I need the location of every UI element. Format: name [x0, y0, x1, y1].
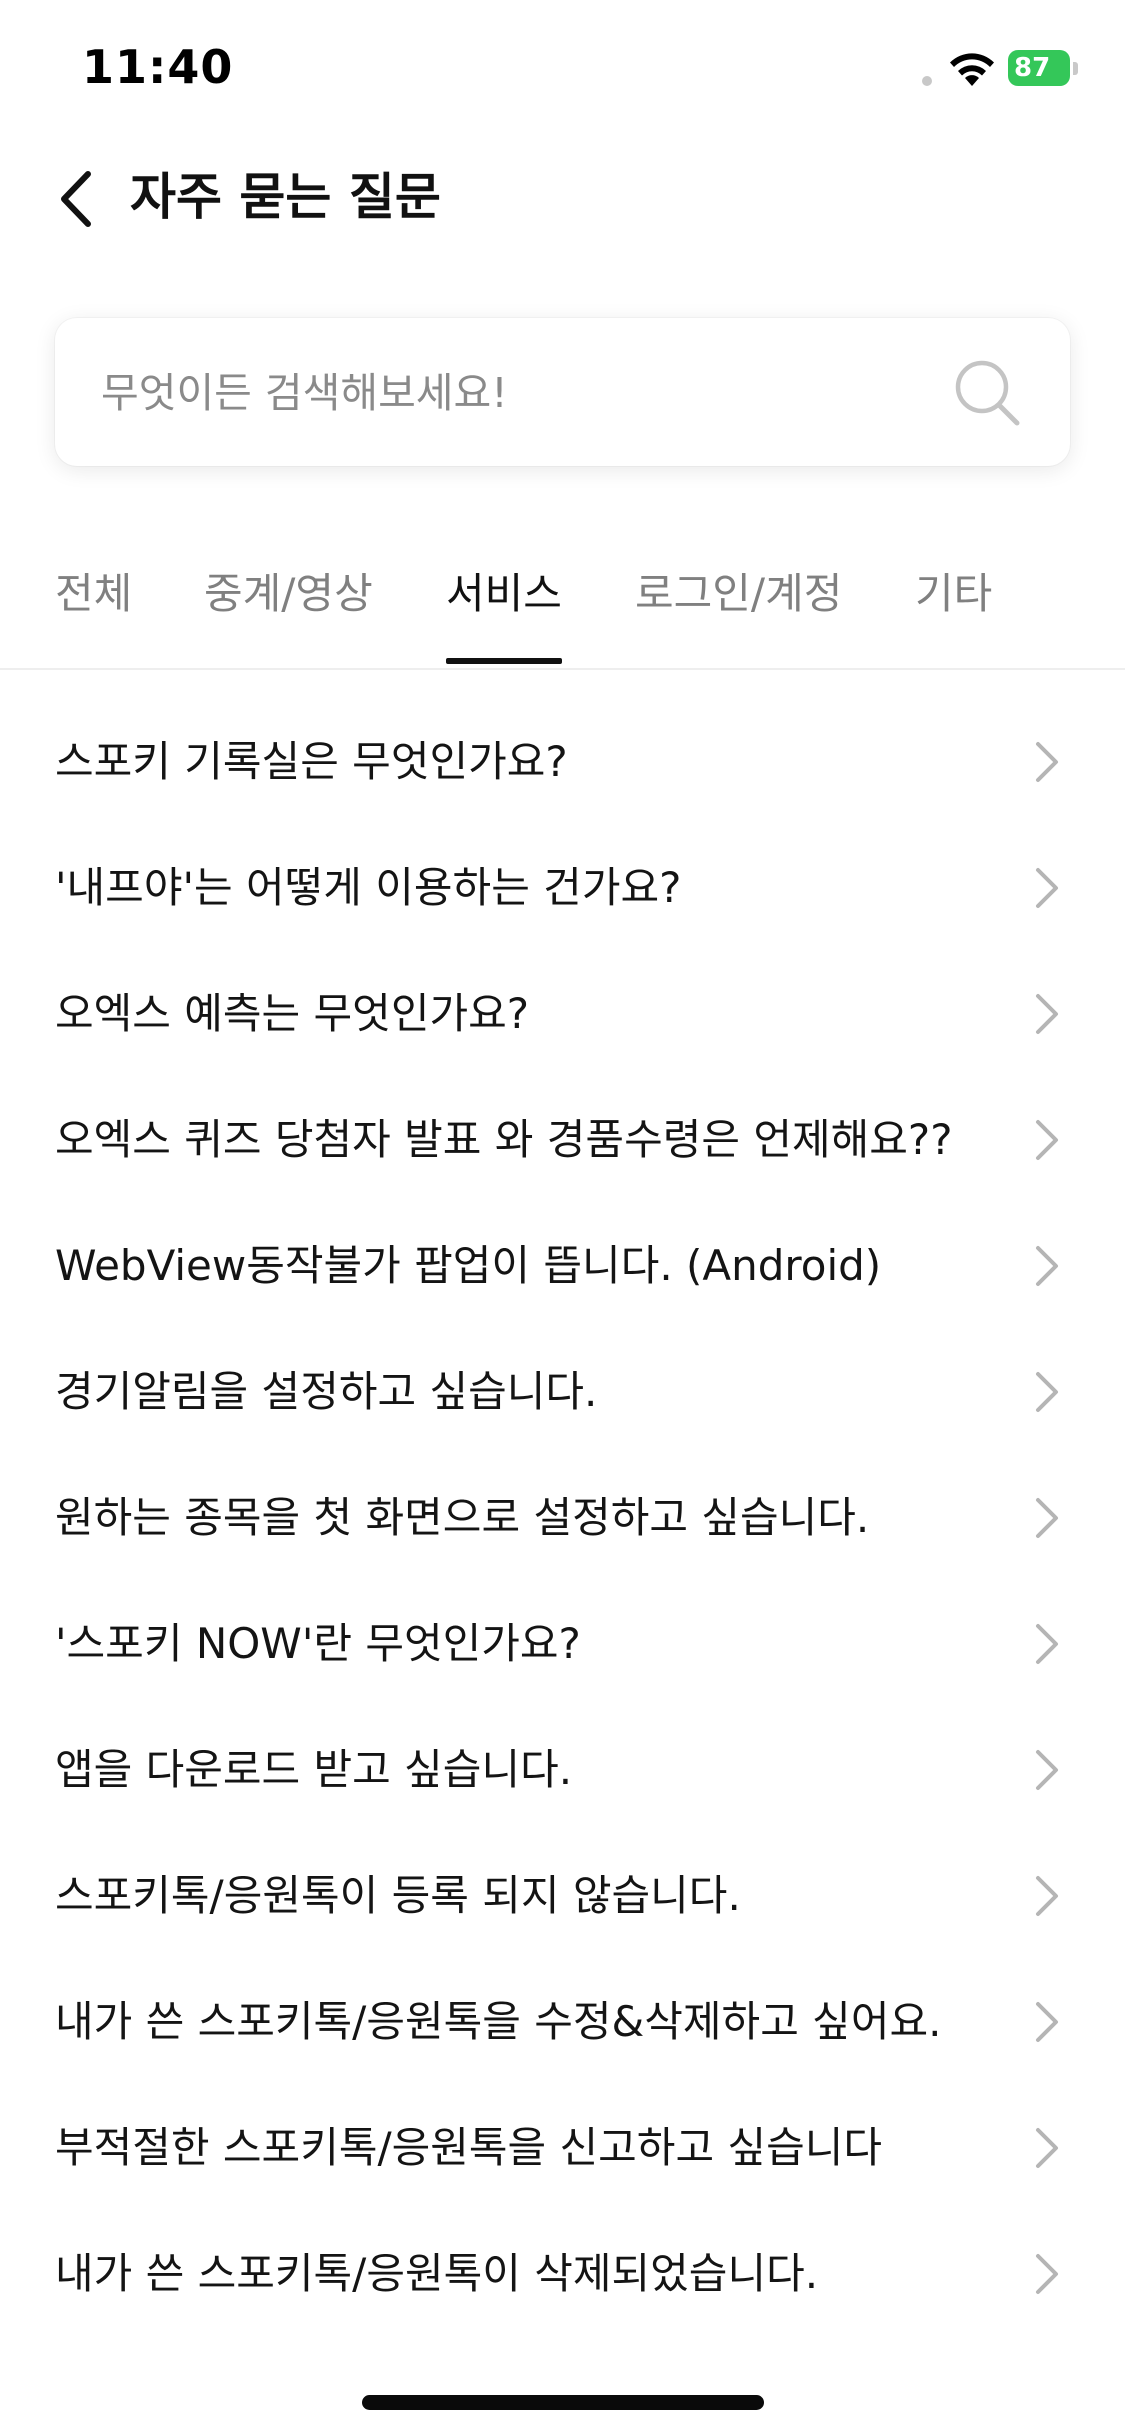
chevron-right-icon [1036, 1750, 1058, 1790]
header: 자주 묻는 질문 [0, 140, 1125, 260]
search-input[interactable] [99, 318, 953, 468]
faq-question: 스포키 기록실은 무엇인가요? [55, 737, 568, 786]
chevron-right-icon [1036, 868, 1058, 908]
cellular-signal-icon [922, 76, 932, 86]
faq-list-item[interactable]: 경기알림을 설정하고 싶습니다. [0, 1328, 1125, 1454]
faq-list-item[interactable]: 부적절한 스포키톡/응원톡을 신고하고 싶습니다 [0, 2084, 1125, 2210]
faq-question: 내가 쓴 스포키톡/응원톡이 삭제되었습니다. [55, 2249, 819, 2298]
chevron-left-icon [61, 171, 91, 227]
chevron-right-icon [1036, 1624, 1058, 1664]
status-bar: 11:40 87 [0, 0, 1125, 140]
faq-list-item[interactable]: 내가 쓴 스포키톡/응원톡을 수정&삭제하고 싶어요. [0, 1958, 1125, 2084]
faq-question: 원하는 종목을 첫 화면으로 설정하고 싶습니다. [55, 1493, 870, 1542]
faq-question: 경기알림을 설정하고 싶습니다. [55, 1367, 598, 1416]
faq-list-item[interactable]: 스포키 기록실은 무엇인가요? [0, 698, 1125, 824]
active-tab-indicator [446, 658, 562, 664]
chevron-right-icon [1036, 1120, 1058, 1160]
faq-question: 내가 쓴 스포키톡/응원톡을 수정&삭제하고 싶어요. [55, 1997, 942, 2046]
back-button[interactable] [50, 162, 110, 232]
tab-login-account[interactable]: 로그인/계정 [635, 566, 842, 622]
search-box[interactable] [55, 318, 1070, 468]
faq-list-item[interactable]: 스포키톡/응원톡이 등록 되지 않습니다. [0, 1832, 1125, 1958]
battery-icon: 87 [1008, 50, 1080, 88]
home-indicator [362, 2395, 764, 2410]
chevron-right-icon [1036, 994, 1058, 1034]
page-title: 자주 묻는 질문 [130, 168, 441, 226]
chevron-right-icon [1036, 2002, 1058, 2042]
tab-all[interactable]: 전체 [55, 566, 132, 622]
tab-broadcast-video[interactable]: 중계/영상 [204, 566, 373, 622]
faq-list-item[interactable]: 내가 쓴 스포키톡/응원톡이 삭제되었습니다. [0, 2210, 1125, 2336]
chevron-right-icon [1036, 1498, 1058, 1538]
tab-etc[interactable]: 기타 [915, 566, 992, 622]
category-tabs: 전체 중계/영상 서비스 로그인/계정 기타 [0, 548, 1125, 670]
faq-question: '스포키 NOW'란 무엇인가요? [55, 1619, 581, 1668]
faq-question: WebView동작불가 팝업이 뜹니다. (Android) [55, 1241, 882, 1290]
faq-list-item[interactable]: 앱을 다운로드 받고 싶습니다. [0, 1706, 1125, 1832]
faq-list-item[interactable]: 오엑스 예측는 무엇인가요? [0, 950, 1125, 1076]
chevron-right-icon [1036, 1372, 1058, 1412]
faq-question: 부적절한 스포키톡/응원톡을 신고하고 싶습니다 [55, 2123, 883, 2172]
battery-level: 87 [1014, 53, 1051, 83]
tab-service[interactable]: 서비스 [446, 566, 562, 622]
faq-question: 오엑스 퀴즈 당첨자 발표 와 경품수령은 언제해요?? [55, 1115, 953, 1164]
status-time: 11:40 [82, 40, 234, 94]
faq-list-item[interactable]: 원하는 종목을 첫 화면으로 설정하고 싶습니다. [0, 1454, 1125, 1580]
faq-question: 오엑스 예측는 무엇인가요? [55, 989, 530, 1038]
faq-list-item[interactable]: WebView동작불가 팝업이 뜹니다. (Android) [0, 1202, 1125, 1328]
wifi-icon [950, 53, 994, 86]
faq-question: '내프야'는 어떻게 이용하는 건가요? [55, 863, 682, 912]
search-icon[interactable] [953, 358, 1023, 428]
faq-list: 스포키 기록실은 무엇인가요? '내프야'는 어떻게 이용하는 건가요? 오엑스 예… [0, 698, 1125, 2336]
chevron-right-icon [1036, 742, 1058, 782]
chevron-right-icon [1036, 2128, 1058, 2168]
faq-list-item[interactable]: 오엑스 퀴즈 당첨자 발표 와 경품수령은 언제해요?? [0, 1076, 1125, 1202]
faq-question: 앱을 다운로드 받고 싶습니다. [55, 1745, 573, 1794]
chevron-right-icon [1036, 2254, 1058, 2294]
chevron-right-icon [1036, 1246, 1058, 1286]
chevron-right-icon [1036, 1876, 1058, 1916]
faq-list-item[interactable]: '스포키 NOW'란 무엇인가요? [0, 1580, 1125, 1706]
faq-list-item[interactable]: '내프야'는 어떻게 이용하는 건가요? [0, 824, 1125, 950]
faq-question: 스포키톡/응원톡이 등록 되지 않습니다. [55, 1871, 741, 1920]
